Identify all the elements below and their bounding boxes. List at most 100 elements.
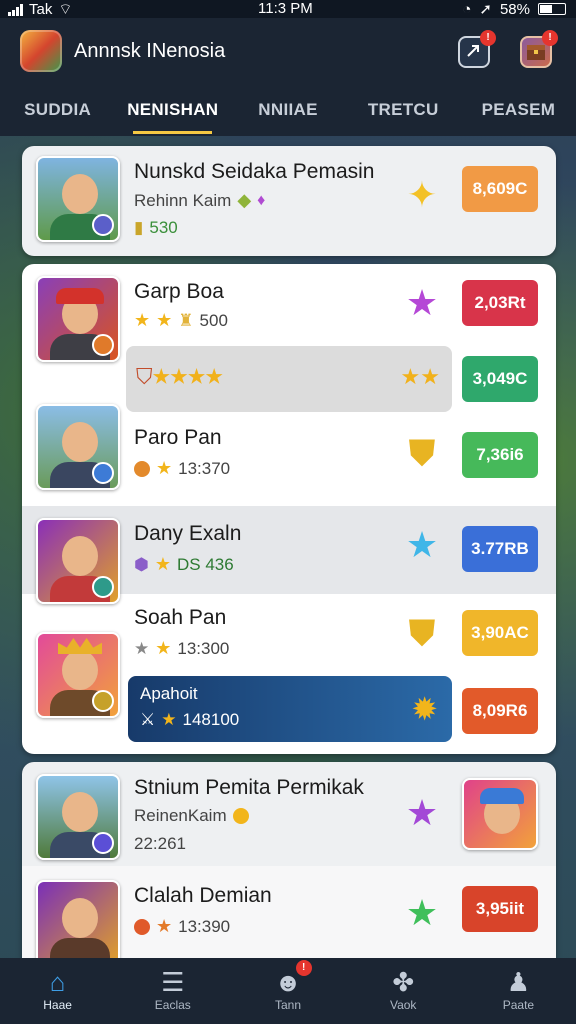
tab-nenishan[interactable]: NENISHAN	[115, 90, 230, 136]
item-name: Dany Exaln	[134, 522, 242, 545]
item-meta: 22:261	[134, 834, 186, 853]
level-badge-icon	[92, 214, 114, 236]
avatar	[36, 632, 120, 718]
price-button[interactable]: 8,09R6	[462, 688, 538, 734]
rating-panel[interactable]: ⛉★★★★ ★★	[126, 346, 452, 412]
item-meta: DS 436	[176, 554, 234, 574]
star-icon: ★	[161, 710, 177, 729]
nav-vaok[interactable]: ✤ Vaok	[346, 958, 461, 1024]
multi-star-icon: ★★	[400, 364, 440, 389]
list-item[interactable]: Garp Boa ★ ★ ♜ 500 ★ 2,03Rt	[22, 264, 556, 362]
level-badge-icon	[92, 832, 114, 854]
item-name: Clalah Demian	[134, 884, 272, 907]
chest-button[interactable]: !	[520, 30, 558, 68]
shield-icon: ⛉	[136, 364, 153, 389]
item-subtitle-row: ReinenKaim	[134, 806, 249, 826]
tab-peasem[interactable]: PEASEM	[461, 90, 576, 136]
nav-label: Tann	[274, 998, 302, 1012]
tab-suddia[interactable]: SUDDIA	[0, 90, 115, 136]
level-badge-icon	[92, 462, 114, 484]
list-item[interactable]: Soah Pan ★ ★ 13:300 ⛊ 3,90AC	[22, 594, 556, 718]
nav-eaclas[interactable]: ☰ Eaclas	[115, 958, 230, 1024]
star-icon: ★	[405, 524, 439, 565]
status-bar: Tak ⌔ 11:3 PM ◔ ➚ 58%	[0, 0, 576, 18]
rating-stars: ⛉★★★★	[136, 364, 223, 389]
promo-banner[interactable]: Apahoit ⚔ ★ 148100 ✹	[128, 676, 452, 742]
list-card-2: Stnium Pemita Permikak ReinenKaim 22:261…	[22, 762, 556, 958]
avatar	[36, 276, 120, 362]
featured-card[interactable]: Nunskd Seidaka Pemasin Rehinn Kaim ◆ ♦ ▮…	[22, 146, 556, 256]
trophy-icon: ♜	[178, 310, 194, 330]
price-button[interactable]: 3,95iit	[462, 886, 538, 932]
price-button[interactable]: 2,03Rt	[462, 280, 538, 326]
avatar	[36, 774, 120, 860]
cap-icon	[56, 288, 104, 304]
shield-icon: ⛊	[408, 612, 436, 653]
list-item[interactable]: Paro Pan ★ 13:370 ⛊ 7,36i6	[22, 404, 556, 504]
app-header: Annnsk INenosia ! !	[0, 18, 576, 90]
nav-tann[interactable]: ! ☻ Tann	[230, 958, 345, 1024]
app-title: Annnsk INenosia	[74, 40, 226, 62]
notification-badge: !	[295, 960, 312, 976]
battery-percent: 58%	[499, 0, 530, 18]
profile-icon: ♟	[506, 967, 531, 997]
price-button[interactable]: 3,049C	[462, 356, 538, 402]
nav-profile[interactable]: ♟ Paate	[461, 958, 576, 1024]
item-meta: 13:390	[178, 916, 231, 936]
nav-label: Eaclas	[154, 998, 191, 1012]
item-name: Stnium Pemita Permikak	[134, 776, 364, 799]
crown-icon	[58, 638, 102, 654]
price-button[interactable]: 8,609C	[462, 166, 538, 212]
puzzle-icon: ✤	[392, 967, 415, 997]
item-meta: 500	[199, 310, 228, 330]
signal-icon	[8, 3, 23, 16]
alarm-icon: ◔	[462, 0, 472, 18]
list-item[interactable]: Dany Exaln ⬢ ★ DS 436 ★ 3.77RB	[22, 506, 556, 604]
nav-label: Vaok	[389, 998, 417, 1012]
hex-gem-icon: ⬢	[134, 554, 149, 574]
cube-icon: ◆	[237, 190, 252, 210]
star-icon: ★	[154, 554, 171, 574]
star-icon: ★	[405, 792, 439, 833]
item-meta: 13:300	[177, 638, 230, 658]
tab-tretcu[interactable]: TRETCU	[346, 90, 461, 136]
notification-badge: !	[480, 30, 496, 46]
avatar	[36, 880, 120, 958]
star-icon: ★	[156, 310, 173, 330]
star-icon: ★	[156, 458, 173, 478]
list-item[interactable]: Clalah Demian ★ 13:390 ★ 3,95iit	[22, 866, 556, 958]
coin-icon	[232, 808, 249, 824]
featured-subtitle: Rehinn Kaim	[134, 190, 232, 210]
item-meta-row: ★ ★ 13:300	[134, 638, 229, 659]
location-icon: ➚	[479, 1, 492, 18]
item-meta-row: ⬢ ★ DS 436	[134, 554, 234, 575]
carrier-label: Tak	[29, 1, 53, 18]
price-button[interactable]: 7,36i6	[462, 432, 538, 478]
home-icon: ⌂	[49, 967, 66, 997]
price-button[interactable]: 3.77RB	[462, 526, 538, 572]
item-meta: 13:370	[178, 458, 231, 478]
nav-home[interactable]: ⌂ Haae	[0, 958, 115, 1024]
featured-name: Nunskd Seidaka Pemasin	[134, 160, 375, 183]
reward-avatar[interactable]	[462, 778, 538, 850]
item-meta-row: ★ 13:370	[134, 458, 230, 479]
tab-nniiae[interactable]: NNIIAE	[230, 90, 345, 136]
share-button[interactable]: !	[458, 30, 496, 68]
price-button[interactable]: 3,90AC	[462, 610, 538, 656]
item-name: Garp Boa	[134, 280, 224, 303]
list-icon: ☰	[161, 967, 185, 997]
app-logo[interactable]	[20, 30, 62, 72]
list-item[interactable]: Stnium Pemita Permikak ReinenKaim 22:261…	[22, 762, 556, 862]
item-meta-row: ★ 13:390	[134, 916, 230, 937]
notification-badge: !	[542, 30, 558, 46]
star-icon: ★	[405, 282, 439, 323]
gear-icon: ✹	[411, 691, 438, 727]
coin-icon	[134, 918, 150, 935]
featured-amount: 530	[149, 218, 178, 237]
featured-amount-row: ▮ 530	[134, 218, 178, 238]
clock: 11:3 PM	[258, 0, 313, 17]
sword-icon: ⚔	[140, 710, 156, 729]
level-badge-icon	[92, 334, 114, 356]
item-meta-row: ★ ★ ♜ 500	[134, 310, 228, 331]
banner-title: Apahoit	[140, 684, 198, 703]
